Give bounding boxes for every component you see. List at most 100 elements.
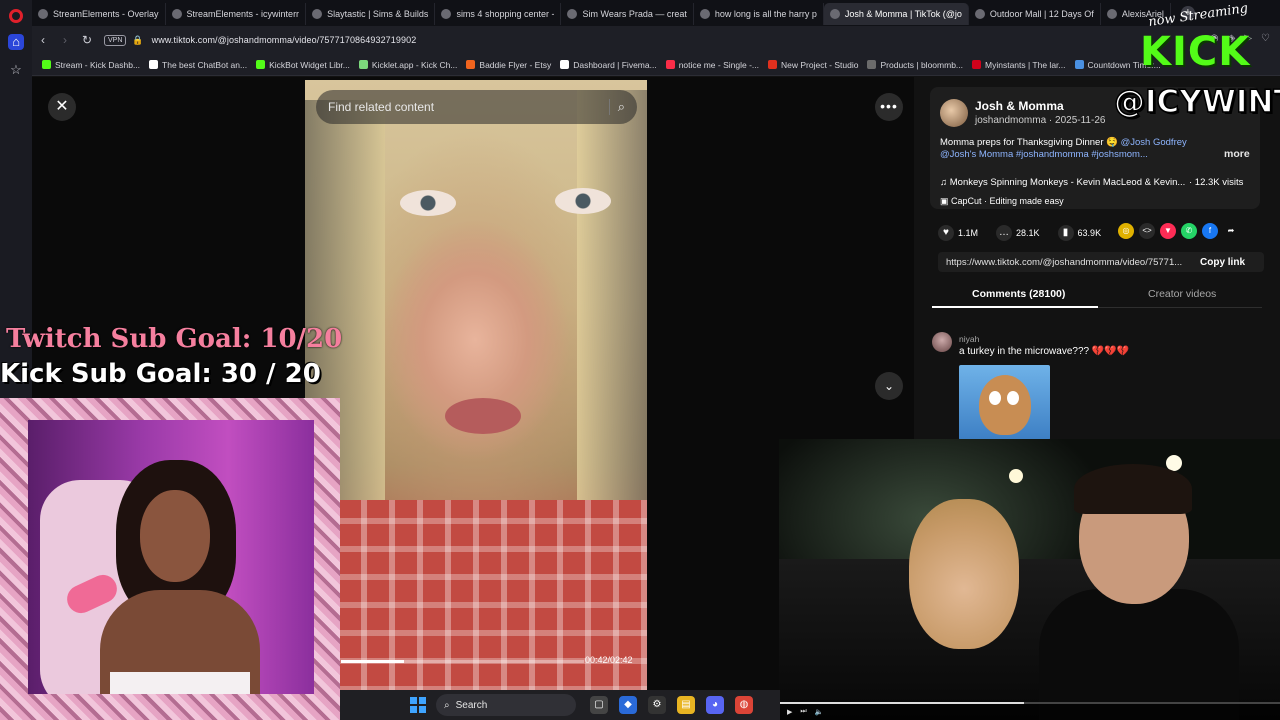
bookmark-item[interactable]: Kicklet.app - Kick Ch... (358, 59, 458, 70)
tab-comments[interactable]: Comments (28100) (972, 288, 1065, 300)
coin-icon[interactable]: ◎ (1118, 223, 1134, 239)
share-link-url[interactable]: https://www.tiktok.com/@joshandmomma/vid… (938, 257, 1188, 268)
comment-count: 28.1K (1016, 228, 1040, 238)
bookmark-favicon-icon (256, 60, 266, 69)
share-arrow-icon[interactable]: ➦ (1223, 223, 1239, 239)
bookmark-favicon-icon (867, 60, 877, 69)
star-icon[interactable]: ☆ (8, 62, 24, 78)
caption-hashtags[interactable]: @Josh's Momma #joshandmomma #joshsmom... (940, 149, 1148, 160)
bookmark-label: New Project - Studio (781, 59, 859, 70)
search-icon[interactable]: ⌕ (608, 99, 625, 115)
bookmark-item[interactable]: New Project - Studio (768, 60, 858, 70)
webcam-feed (28, 420, 314, 694)
more-options-button[interactable]: ••• (875, 93, 903, 121)
bookmark-item[interactable]: Dashboard | Fivema... (560, 60, 657, 70)
next-video-button[interactable]: ⌄ (875, 372, 903, 400)
commenter-avatar[interactable] (932, 332, 952, 352)
volume-icon[interactable]: 🔈 (815, 708, 824, 716)
task-view-icon[interactable]: ▢ (590, 696, 608, 714)
tab-strip: StreamElements - Overlay StreamElements -… (32, 0, 1280, 26)
forward-icon[interactable]: › (54, 33, 76, 47)
comment-image-face (979, 375, 1031, 435)
opera-logo-icon[interactable] (9, 9, 23, 23)
author-name[interactable]: Josh & Momma (975, 99, 1064, 113)
bookmark-label: KickBot Widget Libr... (269, 59, 350, 70)
bookmark-label: Kicklet.app - Kick Ch... (371, 59, 458, 70)
taskbar-search[interactable]: ⌕ Search (436, 694, 576, 716)
browser-tab[interactable]: Sim Wears Prada — creat (561, 3, 694, 25)
pip-controls: ▶ ⏭ 🔈 (779, 704, 1280, 720)
browser-tab[interactable]: Outdoor Mall | 12 Days Of (969, 3, 1101, 25)
windows-start-icon[interactable] (410, 697, 426, 713)
discord-icon[interactable]: ◕ (706, 696, 724, 714)
commenter-name[interactable]: niyah (959, 334, 979, 344)
bookmark-favicon-icon (42, 60, 51, 69)
bookmark-item[interactable]: Myinstants | The lar... (972, 59, 1066, 70)
bookmark-item[interactable]: Baddie Flyer - Etsy (466, 60, 551, 70)
tab-favicon-icon (829, 9, 840, 19)
bookmark-label: Products | bloommb... (880, 59, 964, 70)
settings-icon[interactable]: ⚙ (648, 696, 666, 714)
pip-video[interactable]: ▶ ⏭ 🔈 (779, 439, 1280, 720)
bookmarks-bar: Stream - Kick Dashb... The best ChatBot a… (32, 54, 1280, 76)
bookmark-item[interactable]: Stream - Kick Dashb... (42, 60, 140, 70)
facebook-icon[interactable]: f (1202, 223, 1218, 239)
copilot-icon[interactable]: ◆ (619, 696, 637, 714)
music-link[interactable]: ♫ Monkeys Spinning Monkeys - Kevin MacLe… (940, 177, 1185, 188)
close-button[interactable]: ✕ (48, 93, 76, 121)
caption-text: Momma preps for Thanksgiving Dinner 🤤 (940, 137, 1121, 148)
panel-tabs: Comments (28100) Creator videos (932, 282, 1262, 308)
webcam-frame (0, 398, 340, 720)
bookmark-item[interactable]: The best ChatBot an... (149, 60, 247, 70)
vpn-badge[interactable]: VPN (104, 34, 127, 46)
home-icon[interactable]: ⌂ (8, 34, 24, 50)
tab-label: how long is all the harry p (714, 9, 817, 19)
skip-icon[interactable]: ⏭ (800, 708, 806, 716)
comment-image[interactable] (959, 365, 1050, 440)
save-button[interactable]: ▮ 63.9K (1057, 225, 1102, 241)
heart-icon[interactable]: ♡ (1261, 33, 1270, 44)
video-frame[interactable] (305, 80, 647, 720)
url-field[interactable]: www.tiktok.com/@joshandmomma/video/75771… (152, 35, 417, 45)
bookmark-item[interactable]: Products | bloommb... (867, 60, 963, 70)
browser-tab[interactable]: StreamElements - Overlay (32, 3, 166, 25)
reload-icon[interactable]: ↻ (76, 33, 98, 47)
like-button[interactable]: ♥ 1.1M (938, 225, 978, 241)
like-count: 1.1M (958, 228, 979, 238)
repost-icon[interactable]: ▼ (1160, 223, 1176, 239)
bookmark-item[interactable]: notice me - Single -... (665, 59, 759, 70)
author-avatar[interactable] (940, 99, 968, 127)
browser-tab[interactable]: how long is all the harry p (694, 3, 824, 25)
bookmark-item[interactable]: KickBot Widget Libr... (256, 60, 350, 70)
browser-tab[interactable]: sims 4 shopping center - (435, 3, 562, 25)
video-plaid-shirt (305, 500, 647, 720)
bookmark-label: Myinstants | The lar... (985, 59, 1066, 70)
tab-favicon-icon (38, 9, 48, 19)
save-count: 63.9K (1077, 228, 1102, 238)
share-buttons: ◎ <> ▼ ✆ f ➦ (1118, 223, 1239, 239)
caption-mention[interactable]: @Josh Godfrey (1121, 137, 1187, 148)
more-link[interactable]: more (1224, 148, 1250, 160)
play-icon[interactable]: ▶ (787, 708, 792, 716)
capcut-link[interactable]: ▣ CapCut · Editing made easy (940, 196, 1064, 207)
tab-creator-videos[interactable]: Creator videos (1148, 288, 1216, 300)
video-progress-bar[interactable] (341, 660, 584, 663)
whatsapp-icon[interactable]: ✆ (1181, 223, 1197, 239)
bookmark-label: notice me - Single -... (678, 59, 759, 70)
tab-favicon-icon (699, 9, 710, 19)
copy-link-button[interactable]: Copy link (1200, 257, 1245, 268)
browser-tab[interactable]: StreamElements - icywinterr (166, 3, 307, 25)
taskbar-search-label: Search (455, 699, 488, 711)
file-explorer-icon[interactable]: ▤ (677, 696, 695, 714)
back-icon[interactable]: ‹ (32, 33, 54, 47)
embed-icon[interactable]: <> (1139, 223, 1155, 239)
comment-button[interactable]: … 28.1K (996, 225, 1040, 241)
bookmark-icon: ▮ (1057, 225, 1074, 241)
pip-woman (909, 499, 1019, 649)
browser-tab[interactable]: Josh & Momma | TikTok (@jo (823, 3, 969, 25)
browser-tab[interactable]: Slaytastic | Sims & Builds (306, 3, 436, 25)
tab-label: Outdoor Mall | 12 Days Of (989, 9, 1094, 19)
chrome-icon[interactable]: ◍ (735, 696, 753, 714)
tab-favicon-icon (974, 9, 985, 19)
related-search-input[interactable] (328, 100, 609, 114)
